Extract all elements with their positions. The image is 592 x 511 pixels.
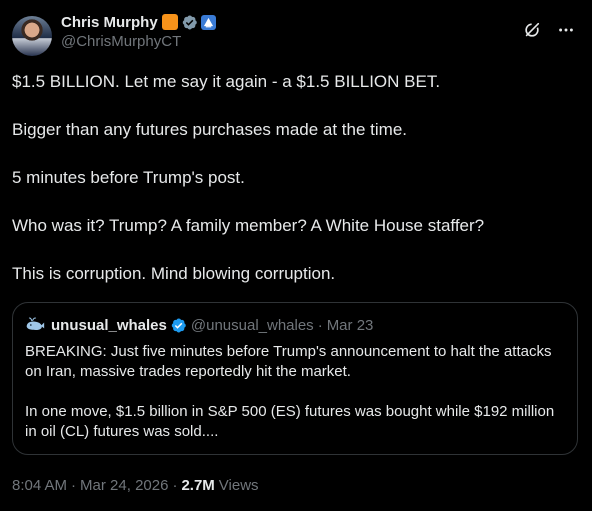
post-timestamp-time[interactable]: 8:04 AM	[12, 477, 67, 494]
quoted-author-handle[interactable]: @unusual_whales	[191, 317, 314, 334]
quoted-post-header: unusual_whales @unusual_whales · Mar 23	[25, 315, 565, 335]
verified-badge-icon[interactable]	[181, 14, 198, 31]
orange-square-badge-icon	[161, 14, 178, 30]
author-identity: Chris Murphy @ChrisMurphyCT	[61, 12, 216, 50]
post-paragraph: This is corruption. Mind blowing corrupt…	[12, 264, 336, 283]
separator-dot: ·	[71, 477, 77, 494]
post-paragraph: Who was it? Trump? A family member? A Wh…	[12, 216, 485, 235]
separator-dot: ·	[317, 316, 323, 334]
post-body: $1.5 BILLION. Let me say it again - a $1…	[12, 70, 580, 286]
government-label-badge-icon[interactable]	[200, 14, 216, 30]
quoted-paragraph: In one move, $1.5 billion in S&P 500 (ES…	[25, 403, 555, 440]
separator-dot: ·	[172, 477, 178, 494]
post-paragraph: 5 minutes before Trump's post.	[12, 168, 245, 187]
quoted-post[interactable]: unusual_whales @unusual_whales · Mar 23 …	[12, 302, 578, 455]
post-header: Chris Murphy @ChrisMurphyCT	[12, 12, 580, 60]
more-icon[interactable]	[556, 20, 576, 40]
top-actions	[522, 20, 576, 40]
quoted-author-name[interactable]: unusual_whales	[51, 317, 167, 334]
author-avatar[interactable]	[12, 16, 52, 56]
grok-icon[interactable]	[522, 20, 542, 40]
whale-avatar-icon[interactable]	[25, 315, 45, 335]
quoted-post-date[interactable]: Mar 23	[327, 317, 374, 334]
post-card: Chris Murphy @ChrisMurphyCT $1.5 BILLION…	[0, 0, 592, 511]
author-display-name[interactable]: Chris Murphy	[61, 14, 158, 31]
quoted-paragraph: BREAKING: Just five minutes before Trump…	[25, 343, 552, 380]
post-paragraph: Bigger than any futures purchases made a…	[12, 120, 408, 139]
post-paragraph: $1.5 BILLION. Let me say it again - a $1…	[12, 72, 441, 91]
post-meta: 8:04 AM · Mar 24, 2026 · 2.7M Views	[12, 477, 580, 494]
author-handle[interactable]: @ChrisMurphyCT	[61, 33, 216, 50]
post-timestamp-date[interactable]: Mar 24, 2026	[80, 477, 168, 494]
verified-badge-icon[interactable]	[170, 317, 187, 334]
views-label: Views	[218, 477, 259, 494]
views-count[interactable]: 2.7M	[181, 477, 214, 494]
quoted-post-body: BREAKING: Just five minutes before Trump…	[25, 342, 565, 442]
author-name-row: Chris Murphy	[61, 12, 216, 32]
